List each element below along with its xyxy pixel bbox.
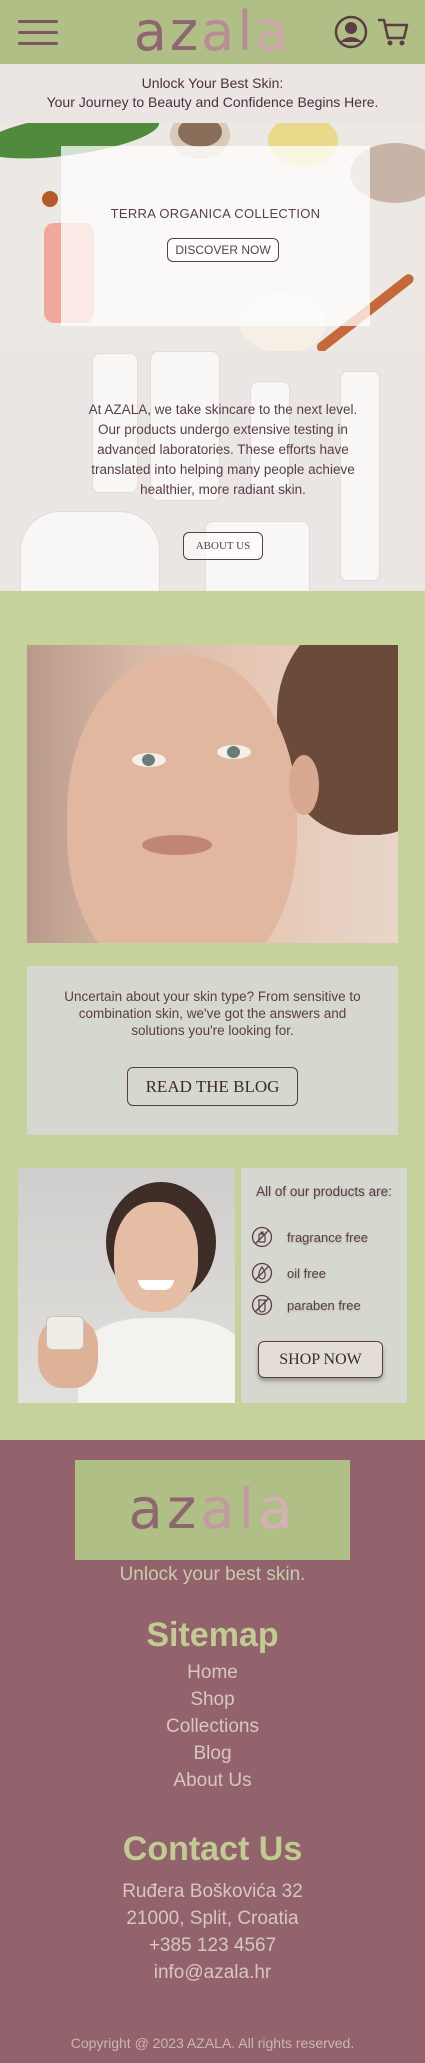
footer-logo[interactable]: azala (75, 1460, 350, 1560)
user-account-icon[interactable] (334, 15, 368, 49)
footer-link-about-us[interactable]: About Us (0, 1770, 425, 1792)
feature-label: fragrance free (287, 1229, 368, 1245)
contact-street: Ruđera Boškovića 32 (122, 1881, 303, 1902)
read-the-blog-button[interactable]: READ THE BLOG (127, 1067, 298, 1106)
feature-fragrance-free: fragrance free (251, 1226, 368, 1248)
collection-title: TERRA ORGANICA COLLECTION (110, 206, 321, 221)
about-description: At AZALA, we take skincare to the next l… (88, 402, 358, 497)
about-section: At AZALA, we take skincare to the next l… (0, 351, 425, 591)
tagline-banner: Unlock Your Best Skin: Your Journey to B… (0, 64, 425, 123)
feature-paraben-free: paraben free (251, 1294, 361, 1316)
sitemap-heading: Sitemap (146, 1616, 279, 1654)
feature-label: paraben free (287, 1297, 361, 1313)
about-us-button[interactable]: ABOUT US (183, 532, 263, 560)
paraben-free-icon (251, 1294, 273, 1316)
contact-phone[interactable]: +385 123 4567 (0, 1935, 425, 1957)
footer-link-blog[interactable]: Blog (0, 1743, 425, 1765)
site-footer: azala Unlock your best skin. Sitemap Hom… (0, 1440, 425, 2063)
blog-promo-text: Uncertain about your skin type? From sen… (64, 989, 361, 1038)
oil-free-icon (251, 1262, 273, 1284)
feature-label: oil free (287, 1265, 327, 1281)
woman-applying-cream-image (18, 1168, 235, 1403)
contact-email[interactable]: info@azala.hr (0, 1962, 425, 1984)
shopping-cart-icon[interactable] (376, 16, 410, 48)
copyright-text: Copyright @ 2023 AZALA. All rights reser… (70, 2035, 355, 2051)
woman-portrait-image (27, 645, 398, 943)
discover-now-button[interactable]: DISCOVER NOW (167, 238, 279, 262)
footer-link-shop[interactable]: Shop (0, 1689, 425, 1711)
hero-card: TERRA ORGANICA COLLECTION DISCOVER NOW (61, 146, 370, 326)
footer-tagline: Unlock your best skin. (119, 1564, 306, 1585)
tagline-line-2: Your Journey to Beauty and Confidence Be… (46, 94, 379, 110)
contact-heading: Contact Us (122, 1830, 303, 1868)
product-info-box: All of our products are: fragrance free … (241, 1168, 407, 1403)
product-features-title: All of our products are: (256, 1184, 392, 1199)
product-jar-image (20, 511, 160, 591)
feature-oil-free: oil free (251, 1262, 326, 1284)
footer-logo-box: azala (75, 1460, 350, 1560)
shop-now-button[interactable]: SHOP NOW (258, 1341, 383, 1378)
contact-city: 21000, Split, Croatia (126, 1908, 299, 1929)
footer-link-collections[interactable]: Collections (0, 1716, 425, 1738)
fragrance-free-icon (251, 1226, 273, 1248)
tagline-line-1: Unlock Your Best Skin: (141, 75, 284, 91)
product-features-panel: All of our products are: fragrance free … (18, 1168, 407, 1403)
site-header: azala (0, 0, 425, 64)
footer-link-home[interactable]: Home (0, 1662, 425, 1684)
blog-promo-box: Uncertain about your skin type? From sen… (27, 966, 398, 1135)
hero-berry-image (42, 191, 58, 207)
hero-banner: TERRA ORGANICA COLLECTION DISCOVER NOW (0, 123, 425, 351)
